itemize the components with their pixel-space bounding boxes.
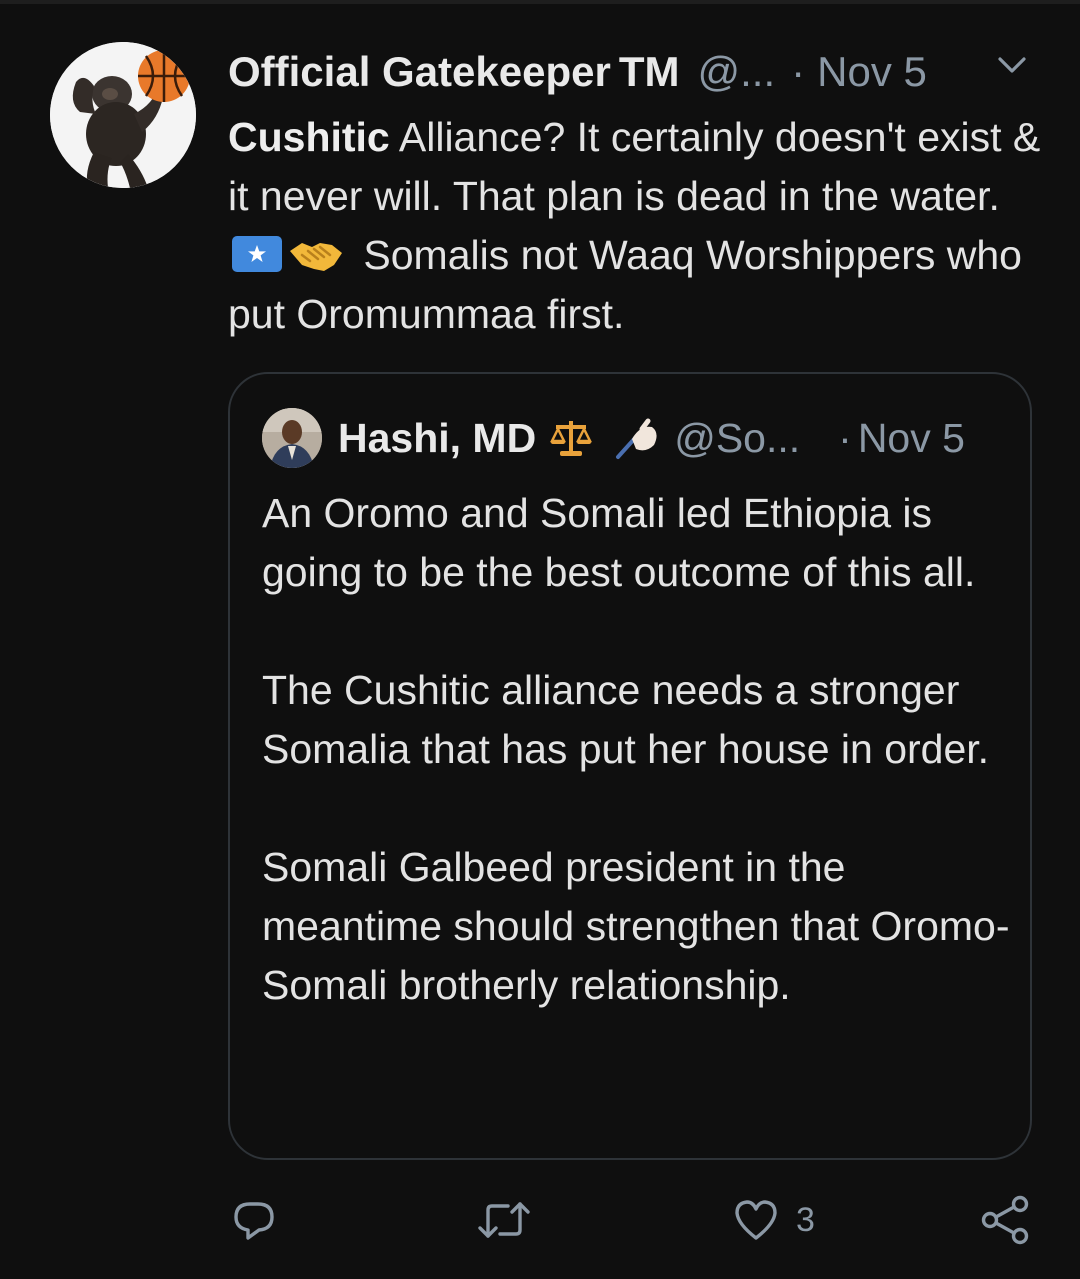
header-separator: · <box>791 48 806 95</box>
quoted-header: Hashi, MD @So... · Nov 5 <box>338 410 965 466</box>
author-avatar[interactable] <box>50 42 196 188</box>
quoted-paragraph: Somali Galbeed president in the meantime… <box>262 844 1010 1008</box>
retweet-icon <box>478 1202 530 1238</box>
reply-icon <box>234 1202 274 1240</box>
author-handle[interactable]: @... <box>698 48 776 96</box>
author-display-name[interactable]: Official Gatekeeper <box>228 48 611 96</box>
balance-scale-icon <box>550 421 593 456</box>
tweet-text-part2: Somalis not Waaq Worshippers who put Oro… <box>228 232 1022 337</box>
quoted-author-avatar <box>262 408 322 468</box>
retweet-button[interactable] <box>474 1190 534 1250</box>
action-bar: 3 <box>0 1190 1080 1250</box>
quoted-tweet-text: An Oromo and Somali led Ethiopia is goin… <box>262 484 1012 1015</box>
tweet-text: Cushitic Alliance? It certainly doesn't … <box>228 108 1048 344</box>
quoted-tweet-date: Nov 5 <box>857 414 965 461</box>
trademark-badge: TM <box>618 48 680 95</box>
handshake-icon <box>290 243 342 271</box>
tweet-card[interactable]: Official Gatekeeper TM @... · Nov 5 Cush… <box>0 0 1080 1279</box>
tweet-date[interactable]: Nov 5 <box>817 48 927 96</box>
writing-hand-icon <box>616 418 657 459</box>
like-count: 3 <box>796 1200 815 1239</box>
like-button[interactable]: 3 <box>732 1190 815 1250</box>
quoted-avatar-image <box>262 408 322 468</box>
tweet-text-bold-lead: Cushitic <box>228 114 390 160</box>
quoted-author-handle: @So... <box>674 414 801 461</box>
chevron-down-icon[interactable] <box>994 52 1030 80</box>
quoted-tweet[interactable]: Hashi, MD @So... · Nov 5 An Oromo and So… <box>228 372 1032 1160</box>
reply-button[interactable] <box>230 1190 278 1250</box>
share-button[interactable] <box>980 1190 1030 1250</box>
quoted-paragraph: An Oromo and Somali led Ethiopia is goin… <box>262 490 976 595</box>
gorilla-basketball-avatar-icon <box>50 42 196 188</box>
somalia-flag-icon <box>232 236 282 272</box>
quoted-header-separator: · <box>838 414 852 461</box>
quoted-paragraph: The Cushitic alliance needs a stronger S… <box>262 667 990 772</box>
tweet-header: Official Gatekeeper TM @... · Nov 5 <box>228 44 927 100</box>
heart-icon <box>735 1200 777 1240</box>
share-icon <box>981 1195 1029 1245</box>
quoted-author-name: Hashi, MD <box>338 414 537 461</box>
